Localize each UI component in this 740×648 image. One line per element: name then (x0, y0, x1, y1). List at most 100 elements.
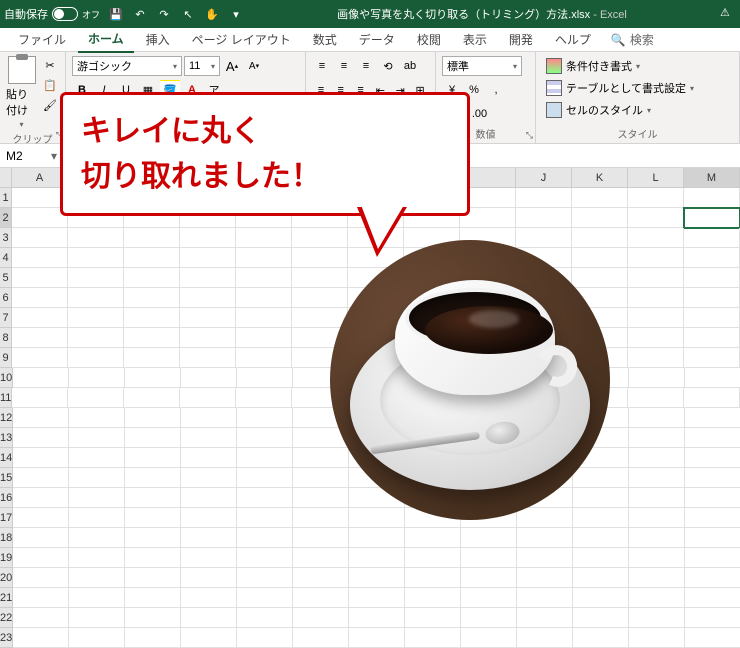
cell[interactable] (125, 548, 181, 568)
cell[interactable] (180, 328, 236, 348)
cell[interactable] (684, 388, 740, 408)
comma-button[interactable]: , (486, 80, 506, 100)
tab-home[interactable]: ホーム (78, 26, 134, 53)
cell[interactable] (629, 568, 685, 588)
cell[interactable] (461, 588, 517, 608)
cell[interactable] (629, 428, 685, 448)
cell[interactable] (69, 568, 125, 588)
cell[interactable] (181, 588, 237, 608)
cell[interactable] (69, 528, 125, 548)
align-middle-button[interactable]: ≡ (334, 56, 354, 76)
cell[interactable] (405, 628, 461, 648)
cell[interactable] (629, 488, 685, 508)
name-box[interactable]: M2 ▾ (0, 144, 64, 167)
cell[interactable] (461, 528, 517, 548)
cell[interactable] (236, 288, 292, 308)
cell[interactable] (237, 508, 293, 528)
cell[interactable] (68, 268, 124, 288)
cell[interactable] (124, 308, 180, 328)
cell[interactable] (13, 448, 69, 468)
cell[interactable] (13, 608, 69, 628)
cell[interactable] (69, 488, 125, 508)
cell[interactable] (12, 268, 68, 288)
cell[interactable] (68, 228, 124, 248)
cell[interactable] (629, 548, 685, 568)
cell[interactable] (125, 588, 181, 608)
cell[interactable] (685, 428, 740, 448)
cell[interactable] (349, 528, 405, 548)
cell[interactable] (125, 468, 181, 488)
cell[interactable] (684, 228, 740, 248)
expand-icon[interactable]: ⤡ (526, 130, 533, 141)
cell[interactable] (69, 368, 125, 388)
cell[interactable] (69, 608, 125, 628)
cell[interactable] (628, 328, 684, 348)
format-painter-icon[interactable]: 🖌 (41, 96, 59, 114)
tab-data[interactable]: データ (349, 27, 405, 52)
tab-file[interactable]: ファイル (8, 27, 76, 52)
cell[interactable] (629, 628, 685, 648)
touch-icon[interactable]: ✋ (204, 6, 220, 22)
align-bottom-button[interactable]: ≡ (356, 56, 376, 76)
cell[interactable] (684, 188, 740, 208)
cell[interactable] (349, 568, 405, 588)
number-format-select[interactable]: 標準 ▾ (442, 56, 522, 76)
cell[interactable] (629, 608, 685, 628)
qat-dropdown-icon[interactable]: ▾ (228, 6, 244, 22)
cell[interactable] (69, 508, 125, 528)
cell[interactable] (181, 448, 237, 468)
cell[interactable] (629, 448, 685, 468)
cell[interactable] (69, 548, 125, 568)
cell[interactable] (124, 268, 180, 288)
cell[interactable] (405, 608, 461, 628)
decrease-font-button[interactable]: A▾ (244, 56, 264, 76)
cell[interactable] (181, 428, 237, 448)
cell[interactable] (349, 628, 405, 648)
cell[interactable] (237, 368, 293, 388)
row-header[interactable]: 20 (0, 568, 13, 588)
cell[interactable] (461, 628, 517, 648)
row-header[interactable]: 17 (0, 508, 13, 528)
cell[interactable] (69, 448, 125, 468)
cell[interactable] (236, 388, 292, 408)
cell[interactable] (293, 588, 349, 608)
row-header[interactable]: 7 (0, 308, 12, 328)
cell[interactable] (573, 568, 629, 588)
row-header[interactable]: 23 (0, 628, 13, 648)
row-header[interactable]: 12 (0, 408, 13, 428)
cut-icon[interactable]: ✂ (41, 56, 59, 74)
copy-icon[interactable]: 📋 (41, 76, 59, 94)
cell[interactable] (181, 508, 237, 528)
tab-view[interactable]: 表示 (453, 27, 497, 52)
cell[interactable] (573, 548, 629, 568)
cell[interactable] (12, 288, 68, 308)
cell[interactable] (181, 368, 237, 388)
row-header[interactable]: 2 (0, 208, 12, 228)
cell[interactable] (628, 268, 684, 288)
cell[interactable] (13, 568, 69, 588)
cell[interactable] (685, 368, 740, 388)
cell[interactable] (69, 468, 125, 488)
cell[interactable] (684, 348, 740, 368)
cell[interactable] (237, 488, 293, 508)
cell[interactable] (685, 568, 740, 588)
cell[interactable] (69, 428, 125, 448)
toggle-icon[interactable] (52, 7, 78, 21)
row-header[interactable]: 6 (0, 288, 12, 308)
cell[interactable] (237, 428, 293, 448)
cell[interactable] (461, 548, 517, 568)
search-button[interactable]: 🔍 検索 (611, 31, 654, 48)
cell[interactable] (628, 208, 684, 228)
tab-pagelayout[interactable]: ページ レイアウト (182, 27, 301, 52)
select-all-corner[interactable] (0, 168, 12, 188)
redo-icon[interactable]: ↷ (156, 6, 172, 22)
cell[interactable] (69, 628, 125, 648)
cell[interactable] (13, 468, 69, 488)
cell[interactable] (349, 608, 405, 628)
cell[interactable] (124, 228, 180, 248)
col-header[interactable]: M (684, 168, 740, 188)
cell[interactable] (181, 548, 237, 568)
cell[interactable] (573, 628, 629, 648)
cell[interactable] (13, 488, 69, 508)
cell[interactable] (237, 448, 293, 468)
